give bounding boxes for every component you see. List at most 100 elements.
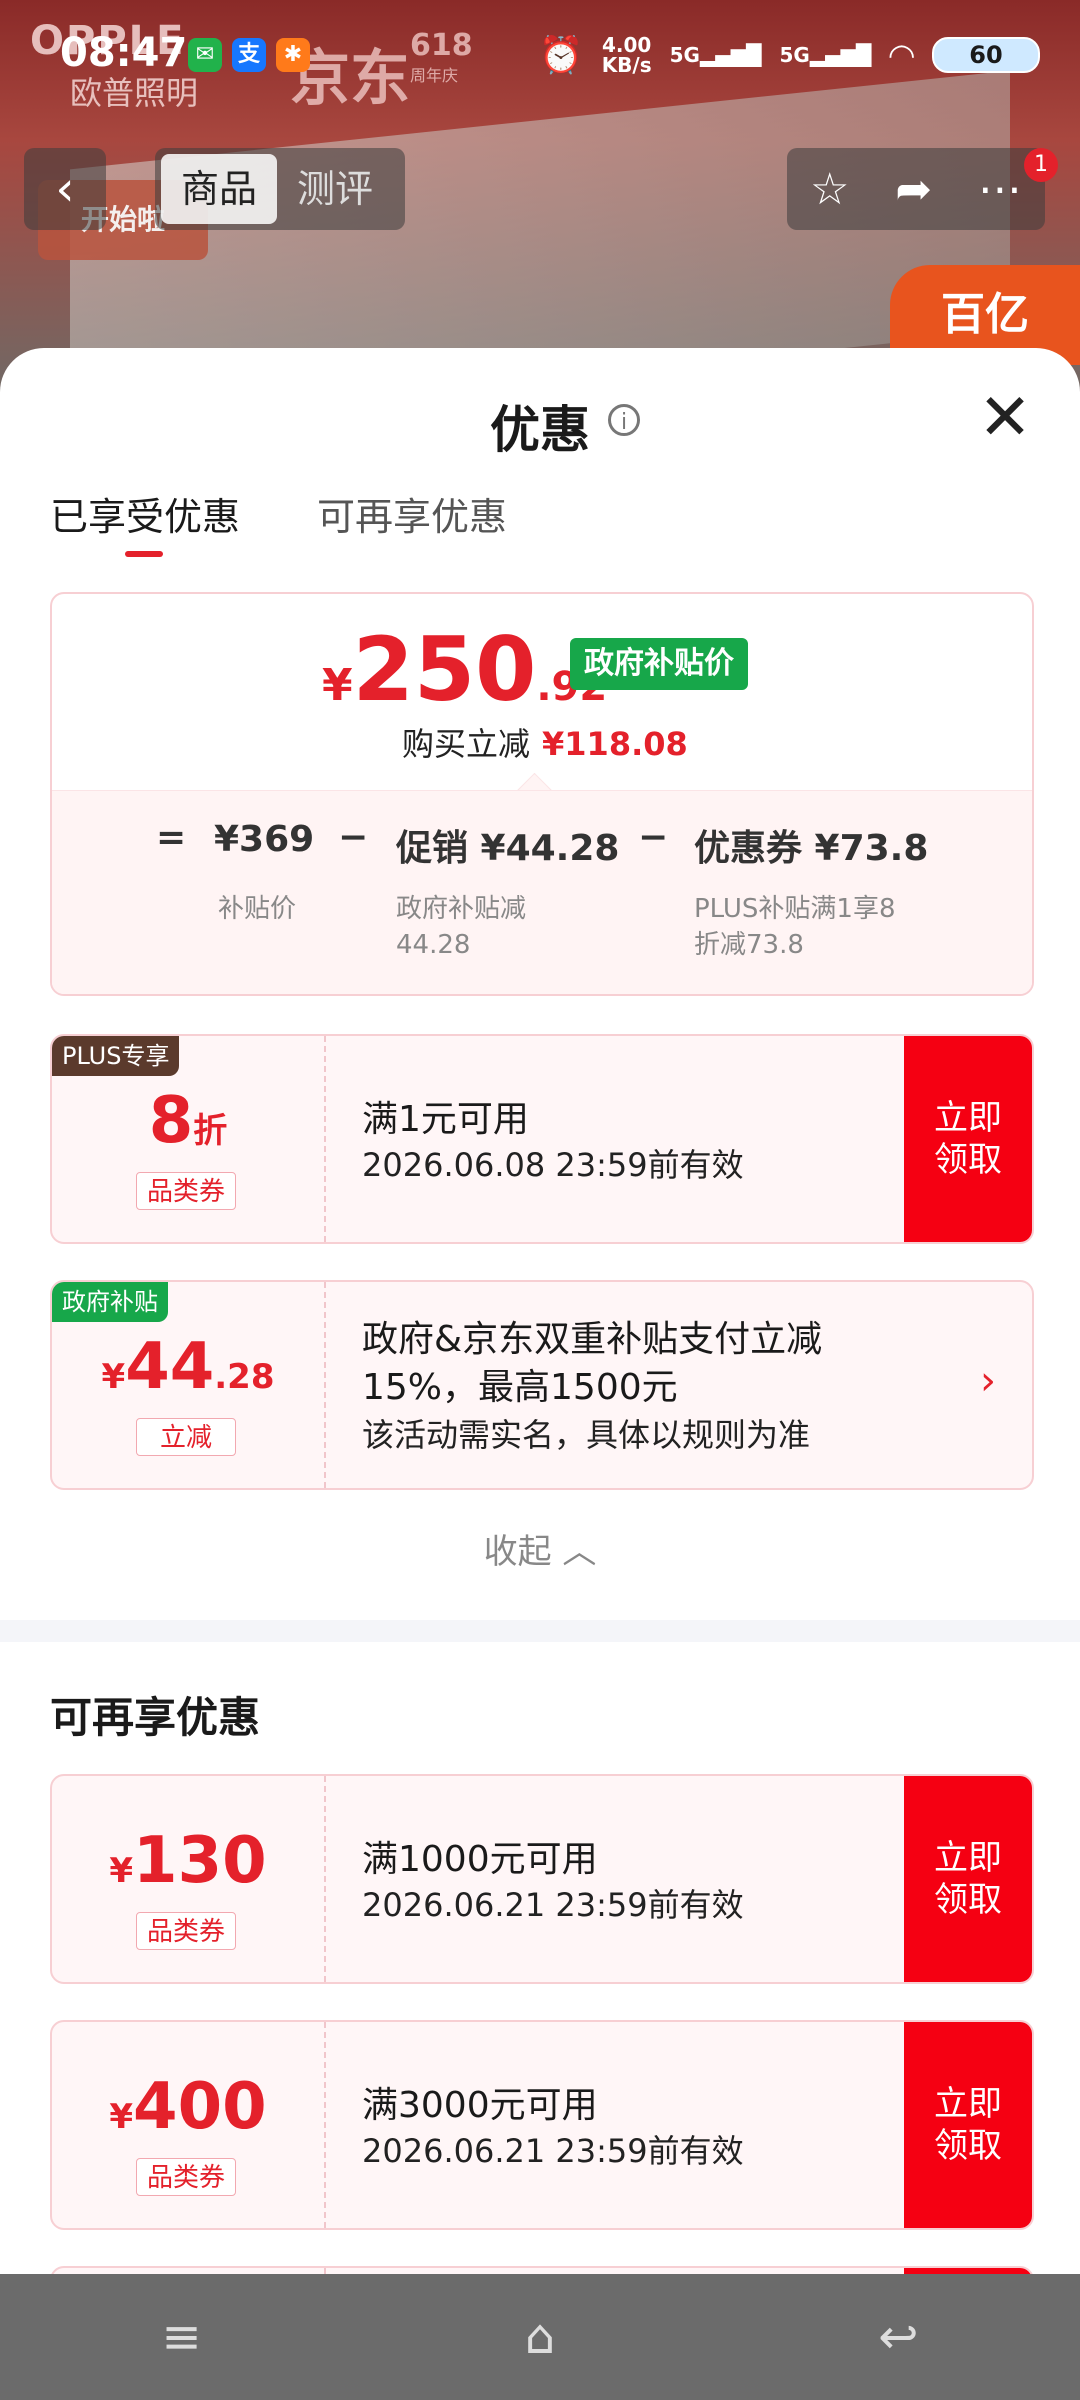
coupon-kind: 品类券 [136, 2158, 236, 2196]
plus-exclusive-tag: PLUS专享 [52, 1036, 180, 1076]
menu-icon[interactable]: ≡ [162, 2309, 202, 2365]
home-icon[interactable]: ⌂ [525, 2309, 555, 2365]
tab-product[interactable]: 商品 [161, 154, 278, 224]
coupon-plus: PLUS专享 8折 品类券 满1元可用 2026.06.08 23:59前有效 … [50, 1034, 1034, 1244]
wechat-icon: ✉ [188, 38, 222, 72]
collapse-button[interactable]: 收起 ︿ [0, 1524, 1080, 1573]
subsidy-note: 该活动需实名，具体以规则为准 [362, 1416, 811, 1454]
discount-sheet: 优惠 i ✕ 已享受优惠 可再享优惠 ¥250.92 政府补贴价 购买立减 ¥11… [0, 348, 1080, 2278]
coupon-value-section: 政府补贴 ¥44.28 立减 [52, 1282, 326, 1488]
coupon-amount: 优惠券 ¥73.8 [694, 828, 929, 869]
coupon-gov-subsidy[interactable]: 政府补贴 ¥44.28 立减 政府&京东双重补贴支付立减 15%，最高1500元… [50, 1280, 1034, 1490]
coupon-amount: ¥400 [52, 2070, 324, 2144]
reduce-line: 购买立减 ¥118.08 [402, 719, 688, 765]
share-icon[interactable]: ➦ [895, 164, 932, 215]
coupon-value-section: ¥130 品类券 [52, 1776, 326, 1982]
section-divider [0, 1620, 1080, 1642]
signal-5g-2: 5G▂▄▆█ [779, 43, 872, 67]
subsidy-currency: ¥ [101, 1357, 126, 1397]
price-currency: ¥ [322, 660, 353, 711]
price-breakdown: = ¥369 补贴价 − 促销 ¥44.28 政府补贴减 44.28 − 优惠券… [52, 790, 1032, 994]
reduce-label: 购买立减 [402, 725, 531, 763]
base-price: ¥369 [214, 819, 315, 860]
coupon-condition: 满1元可用 [362, 1099, 529, 1140]
chevron-left-icon: ‹ [55, 161, 75, 217]
more-icon[interactable]: ⋯ [978, 164, 1022, 215]
product-tabs: 商品 测评 [155, 148, 405, 230]
promo-label-line2: 44.28 [396, 930, 471, 960]
coupon-kind: 立减 [136, 1418, 236, 1456]
alipay-icon: 支 [232, 38, 266, 72]
coupon-label-line1: PLUS补贴满1享8 [694, 894, 896, 924]
info-icon[interactable]: i [608, 404, 640, 436]
claim-button[interactable]: 立即 领取 [904, 1776, 1032, 1982]
final-price: ¥250.92 [322, 618, 607, 721]
subsidy-integer: 44 [125, 1330, 215, 1404]
coupon-value: 130 [133, 1824, 267, 1898]
tab-more-discounts[interactable]: 可再享优惠 [317, 486, 507, 541]
coupon-label: PLUS补贴满1享8 折减73.8 [694, 891, 896, 963]
net-speed: 4.00 KB/s [602, 35, 652, 75]
close-icon: ✕ [978, 381, 1032, 455]
minus-sign-1: − [338, 817, 369, 858]
claim-button[interactable]: 立即 领取 [904, 1036, 1032, 1242]
active-tab-indicator [125, 551, 163, 557]
collapse-label: 收起 [483, 1532, 552, 1572]
coupon-value: 400 [133, 2070, 267, 2144]
chevron-right-icon: › [980, 1358, 996, 1404]
promo-label-line1: 政府补贴减 [396, 894, 527, 924]
more-discounts-title: 可再享优惠 [50, 1693, 261, 1742]
coupon-kind: 品类券 [136, 1172, 236, 1210]
back-button[interactable]: ‹ [24, 148, 106, 230]
promo-label: 政府补贴减 44.28 [396, 891, 526, 963]
chevron-up-icon: ︿ [562, 1532, 597, 1572]
system-nav-bar: ≡ ⌂ ↩ [0, 2274, 1080, 2400]
coupon-condition: 满3000元可用 [362, 2085, 598, 2126]
coupon-currency: ¥ [109, 2097, 134, 2137]
discount-unit: 折 [193, 1111, 228, 1151]
coupon-validity: 2026.06.21 23:59前有效 [362, 1886, 744, 1924]
coupon-amount: ¥130 [52, 1824, 324, 1898]
gov-subsidy-corner-tag: 政府补贴 [52, 1282, 168, 1322]
coupon-400: ¥400 品类券 满3000元可用 2026.06.21 23:59前有效 立即… [50, 2020, 1034, 2230]
subsidy-amount: ¥44.28 [52, 1330, 324, 1404]
alarm-icon: ⏰ [538, 35, 584, 76]
status-bar: 08:47 ✉ 支 ✱ ⏰ 4.00 KB/s 5G▂▄▆█ 5G▂▄▆█ ◠ … [0, 0, 1080, 110]
claim-label: 立即 领取 [934, 2084, 1002, 2166]
coupon-validity: 2026.06.08 23:59前有效 [362, 1146, 744, 1184]
coupon-130: ¥130 品类券 满1000元可用 2026.06.21 23:59前有效 立即… [50, 1774, 1034, 1984]
net-speed-unit: KB/s [601, 53, 652, 77]
claim-label: 立即 领取 [934, 1838, 1002, 1920]
price-summary-card: ¥250.92 政府补贴价 购买立减 ¥118.08 = ¥369 补贴价 − 促… [50, 592, 1034, 996]
promo-amount: 促销 ¥44.28 [396, 828, 620, 869]
subsidy-decimal: .28 [214, 1357, 275, 1397]
base-price-label: 补贴价 [218, 894, 297, 924]
coupon-discount: 8折 [52, 1084, 324, 1158]
claim-button[interactable]: 立即 领取 [904, 2022, 1032, 2228]
minus-sign-2: − [638, 817, 669, 858]
gov-subsidy-tag: 政府补贴价 [570, 638, 748, 690]
clock: 08:47 [60, 30, 188, 76]
sheet-title: 优惠 [490, 401, 590, 459]
subsidy-line1: 政府&京东双重补贴支付立减 [362, 1319, 823, 1360]
message-badge: 1 [1024, 148, 1058, 182]
coupon-kind: 品类券 [136, 1912, 236, 1950]
wifi-icon: ◠ [889, 36, 914, 74]
discount-value: 8 [148, 1084, 194, 1158]
coupon-value-section: PLUS专享 8折 品类券 [52, 1036, 326, 1242]
close-button[interactable]: ✕ [975, 386, 1035, 450]
top-actions: ☆ ➦ ⋯ [787, 148, 1045, 230]
star-icon[interactable]: ☆ [810, 164, 849, 215]
app-notification-icon: ✱ [276, 38, 310, 72]
coupon-condition: 满1000元可用 [362, 1839, 598, 1880]
subsidy-line2: 15%，最高1500元 [362, 1367, 678, 1408]
reduce-amount: ¥118.08 [542, 725, 688, 763]
coupon-label-line2: 折减73.8 [694, 930, 804, 960]
coupon-value-section: ¥400 品类券 [52, 2022, 326, 2228]
tab-review[interactable]: 测评 [277, 154, 393, 224]
back-icon[interactable]: ↩ [878, 2309, 918, 2365]
tab-enjoyed-discounts[interactable]: 已享受优惠 [50, 486, 240, 541]
battery-indicator: 60 [932, 37, 1040, 73]
coupon-currency: ¥ [109, 1851, 134, 1891]
coupon-validity: 2026.06.21 23:59前有效 [362, 2132, 744, 2170]
